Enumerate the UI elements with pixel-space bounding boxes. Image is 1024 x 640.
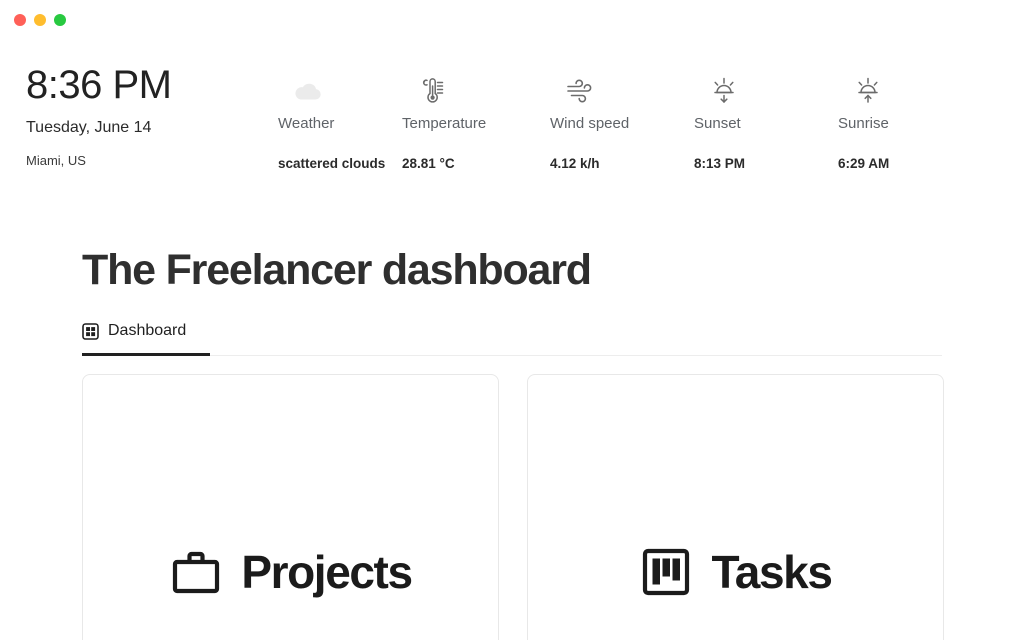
sunset-icon (708, 74, 740, 108)
thermometer-icon (416, 74, 446, 108)
metric-temperature-label: Temperature (402, 115, 487, 132)
metric-sunset-label: Sunset (694, 115, 741, 132)
dashboard-cards: Projects Tasks (82, 374, 944, 640)
metric-wind-speed-value: 4.12 k/h (550, 156, 600, 171)
tab-bar: Dashboard (82, 321, 942, 356)
metric-weather-label: Weather (278, 115, 335, 132)
card-projects[interactable]: Projects (82, 374, 499, 640)
layout-grid-icon (82, 322, 99, 340)
page-title: The Freelancer dashboard (82, 246, 592, 294)
clock-widget: 8:36 PM Tuesday, June 14 Miami, US (0, 62, 278, 169)
metric-sunset: Sunset 8:13 PM (694, 62, 838, 172)
wind-icon (564, 74, 596, 108)
card-tasks-label: Tasks (711, 546, 832, 598)
tab-dashboard-label: Dashboard (108, 322, 187, 339)
metric-sunrise-value: 6:29 AM (838, 156, 890, 171)
sunrise-icon (852, 74, 884, 108)
current-location: Miami, US (26, 153, 86, 168)
window-titlebar (0, 0, 1024, 40)
traffic-light-controls (14, 14, 66, 26)
kanban-icon (639, 545, 693, 599)
close-window-button[interactable] (14, 14, 26, 26)
current-date: Tuesday, June 14 (26, 119, 152, 136)
metric-wind-speed-label: Wind speed (550, 115, 630, 132)
maximize-window-button[interactable] (54, 14, 66, 26)
metric-sunrise-label: Sunrise (838, 115, 889, 132)
metric-sunrise: Sunrise 6:29 AM (838, 62, 958, 172)
main-content: The Freelancer dashboard Dashboard Proje… (0, 172, 1024, 640)
tab-dashboard[interactable]: Dashboard (82, 321, 210, 356)
metric-weather-value: scattered clouds (278, 156, 386, 171)
current-time: 8:36 PM (26, 63, 172, 107)
weather-metrics: Weather scattered clouds Temperature 28. (278, 62, 1024, 172)
metric-temperature: Temperature 28.81 °C (402, 62, 550, 172)
status-strip: 8:36 PM Tuesday, June 14 Miami, US Weath… (0, 40, 1024, 172)
metric-temperature-value: 28.81 °C (402, 156, 455, 171)
card-projects-label: Projects (241, 546, 413, 598)
metric-weather: Weather scattered clouds (278, 62, 402, 172)
metric-wind-speed: Wind speed 4.12 k/h (550, 62, 694, 172)
minimize-window-button[interactable] (34, 14, 46, 26)
briefcase-icon (169, 545, 223, 599)
card-tasks[interactable]: Tasks (527, 374, 944, 640)
cloud-icon (292, 74, 324, 108)
metric-sunset-value: 8:13 PM (694, 156, 746, 171)
